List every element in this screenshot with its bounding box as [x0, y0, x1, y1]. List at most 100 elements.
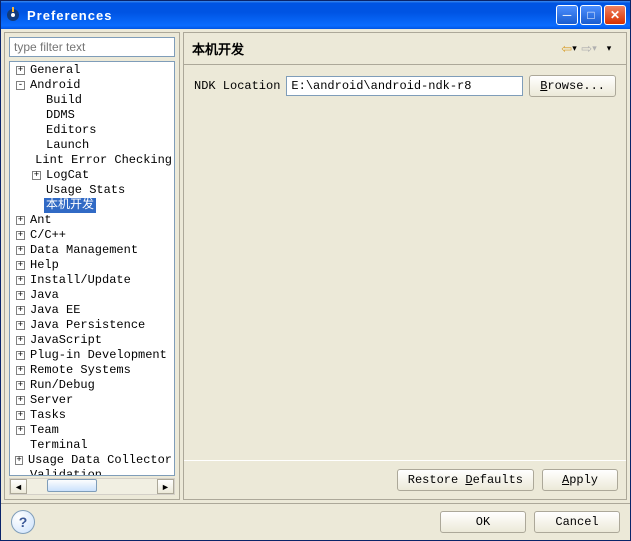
tree-toggle-icon[interactable]: + [16, 351, 25, 360]
tree-item[interactable]: +JavaScript [10, 333, 174, 348]
tree-toggle-icon[interactable]: + [15, 456, 23, 465]
tree-item[interactable]: +Server [10, 393, 174, 408]
tree-item-label: Data Management [28, 243, 140, 258]
tree-item[interactable]: +Install/Update [10, 273, 174, 288]
tree-item[interactable]: Validation [10, 468, 174, 476]
tree-item[interactable]: +C/C++ [10, 228, 174, 243]
tree-toggle-icon[interactable]: + [16, 381, 25, 390]
scroll-right-arrow[interactable]: ► [157, 479, 174, 494]
tree-item-label: JavaScript [28, 333, 104, 348]
tree-toggle-icon[interactable]: + [16, 426, 25, 435]
restore-defaults-button[interactable]: Restore Defaults [397, 469, 534, 491]
tree-item[interactable]: +Plug-in Development [10, 348, 174, 363]
tree-item-label: Java Persistence [28, 318, 147, 333]
browse-button[interactable]: Browse... [529, 75, 616, 97]
tree-item-label: Ant [28, 213, 54, 228]
tree-item[interactable]: +LogCat [10, 168, 174, 183]
tree-toggle-icon[interactable]: + [16, 66, 25, 75]
titlebar[interactable]: Preferences ─ □ ✕ [1, 1, 630, 29]
forward-button: ⇨▾ [580, 41, 598, 57]
tree-item-label: Tasks [28, 408, 68, 423]
preferences-page: 本机开发 ⇦▾ ⇨▾ ▾ NDK Location Browse... Rest… [183, 32, 627, 500]
app-icon [5, 7, 21, 23]
filter-input[interactable] [14, 40, 170, 54]
tree-item[interactable]: Launch [10, 138, 174, 153]
tree-item[interactable]: +Run/Debug [10, 378, 174, 393]
apply-button[interactable]: Apply [542, 469, 618, 491]
tree-item[interactable]: -Android [10, 78, 174, 93]
tree-item[interactable]: +Remote Systems [10, 363, 174, 378]
tree-item-label: C/C++ [28, 228, 68, 243]
tree-item[interactable]: Usage Stats [10, 183, 174, 198]
tree-item-label: Usage Data Collector [26, 453, 174, 468]
tree-item[interactable]: +Help [10, 258, 174, 273]
tree-item-label: Android [28, 78, 82, 93]
tree-item[interactable]: 本机开发 [10, 198, 174, 213]
tree-item-label: Launch [44, 138, 91, 153]
tree-item-label: General [28, 63, 82, 78]
tree-horizontal-scrollbar[interactable]: ◄ ► [9, 478, 175, 495]
cancel-button[interactable]: Cancel [534, 511, 620, 533]
tree-item[interactable]: DDMS [10, 108, 174, 123]
tree-item-label: Install/Update [28, 273, 133, 288]
tree-item-label: Usage Stats [44, 183, 127, 198]
tree-toggle-icon[interactable]: + [16, 291, 25, 300]
tree-toggle-icon[interactable]: + [32, 171, 41, 180]
tree-item[interactable]: +Java [10, 288, 174, 303]
tree-item[interactable]: Editors [10, 123, 174, 138]
ok-button[interactable]: OK [440, 511, 526, 533]
tree-toggle-icon[interactable]: - [16, 81, 25, 90]
ndk-location-label: NDK Location [194, 79, 280, 93]
scroll-track[interactable] [27, 479, 157, 494]
preferences-tree-pane: +General-AndroidBuildDDMSEditorsLaunchLi… [4, 32, 180, 500]
tree-item-label: Java EE [28, 303, 82, 318]
tree-item[interactable]: +Ant [10, 213, 174, 228]
tree-item-label: Plug-in Development [28, 348, 169, 363]
page-menu-button[interactable]: ▾ [600, 41, 618, 57]
tree-item-label: Validation [28, 468, 104, 476]
tree-item[interactable]: +General [10, 63, 174, 78]
tree-item[interactable]: +Java Persistence [10, 318, 174, 333]
scroll-left-arrow[interactable]: ◄ [10, 479, 27, 494]
tree-item[interactable]: +Java EE [10, 303, 174, 318]
close-button[interactable]: ✕ [604, 5, 626, 25]
tree-item[interactable]: +Usage Data Collector [10, 453, 174, 468]
tree-toggle-icon[interactable]: + [16, 321, 25, 330]
tree-item-label: Team [28, 423, 61, 438]
tree-item-label: Editors [44, 123, 98, 138]
window-title: Preferences [27, 8, 556, 23]
tree-item[interactable]: Terminal [10, 438, 174, 453]
preferences-tree[interactable]: +General-AndroidBuildDDMSEditorsLaunchLi… [9, 61, 175, 476]
help-button[interactable]: ? [11, 510, 35, 534]
tree-toggle-icon[interactable]: + [16, 411, 25, 420]
tree-toggle-icon[interactable]: + [16, 231, 25, 240]
tree-toggle-icon[interactable]: + [16, 396, 25, 405]
tree-toggle-icon[interactable]: + [16, 246, 25, 255]
tree-item-label: Run/Debug [28, 378, 97, 393]
tree-item-label: Help [28, 258, 61, 273]
tree-item-label: Terminal [28, 438, 90, 453]
tree-item-label: Build [44, 93, 84, 108]
tree-item[interactable]: +Team [10, 423, 174, 438]
ndk-location-input[interactable] [286, 76, 523, 96]
tree-toggle-icon[interactable]: + [16, 366, 25, 375]
maximize-button[interactable]: □ [580, 5, 602, 25]
tree-item-label: Java [28, 288, 61, 303]
scroll-thumb[interactable] [47, 479, 97, 492]
back-button[interactable]: ⇦▾ [560, 41, 578, 57]
tree-item[interactable]: +Tasks [10, 408, 174, 423]
tree-toggle-icon[interactable]: + [16, 336, 25, 345]
tree-toggle-icon[interactable]: + [16, 216, 25, 225]
page-title: 本机开发 [192, 39, 558, 58]
filter-text-box[interactable] [9, 37, 175, 57]
tree-item-label: DDMS [44, 108, 77, 123]
tree-item[interactable]: Lint Error Checking [10, 153, 174, 168]
tree-toggle-icon[interactable]: + [16, 306, 25, 315]
tree-item[interactable]: Build [10, 93, 174, 108]
tree-item-label: LogCat [44, 168, 91, 183]
tree-toggle-icon[interactable]: + [16, 261, 25, 270]
tree-item-label: Remote Systems [28, 363, 133, 378]
tree-item[interactable]: +Data Management [10, 243, 174, 258]
tree-toggle-icon[interactable]: + [16, 276, 25, 285]
minimize-button[interactable]: ─ [556, 5, 578, 25]
